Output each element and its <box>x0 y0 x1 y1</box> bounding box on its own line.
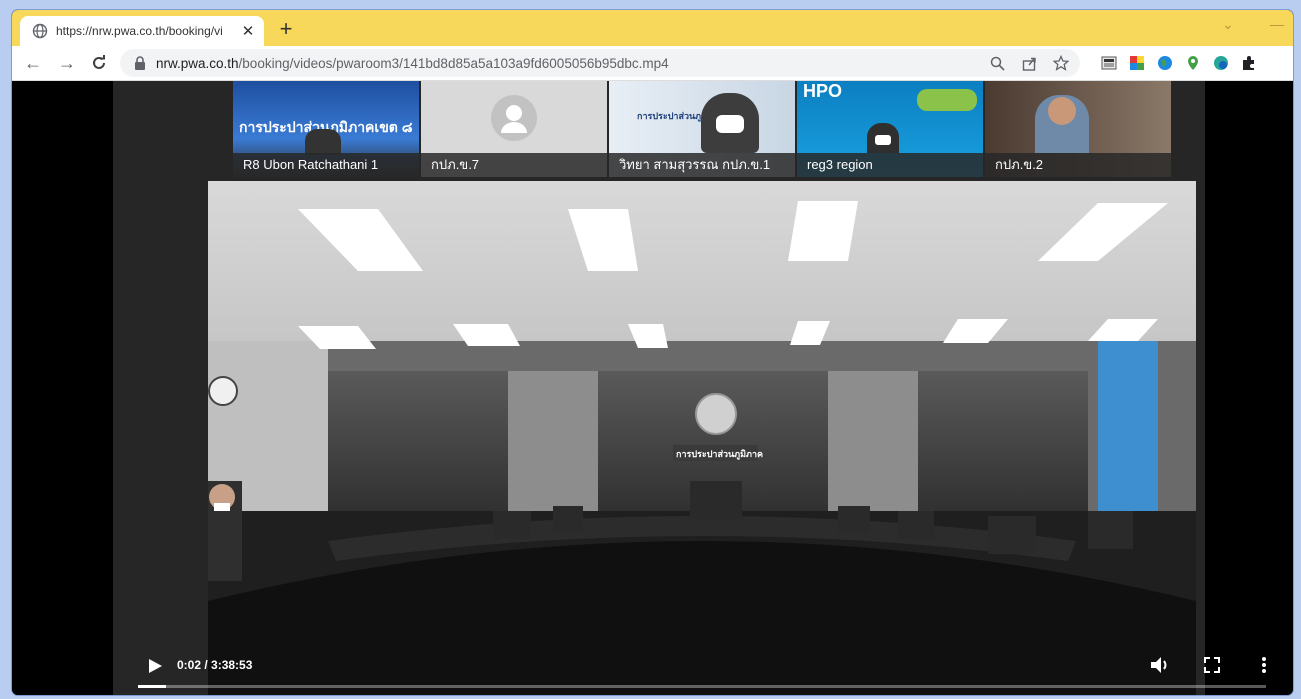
extension-location-icon[interactable] <box>1184 54 1202 72</box>
more-options-button[interactable] <box>1253 654 1275 676</box>
lock-icon[interactable] <box>134 56 146 70</box>
conference-room-video: การประปาส่วนภูมิภาค <box>208 181 1196 695</box>
participant-label: กปภ.ข.7 <box>421 153 607 177</box>
avatar-placeholder-icon <box>491 95 537 141</box>
room-sign: การประปาส่วนภูมิภาค <box>676 449 764 459</box>
bookmark-star-icon[interactable] <box>1052 54 1070 72</box>
participant-label: reg3 region <box>797 153 983 177</box>
new-tab-button[interactable]: + <box>274 18 298 42</box>
extensions-puzzle-icon[interactable] <box>1240 54 1258 72</box>
participant-figure <box>867 123 899 153</box>
participant-tile: การประปาส่วนภูมิภาคเขต ๘ R8 Ubon Ratchat… <box>233 81 419 177</box>
volume-button[interactable] <box>1149 654 1171 676</box>
minimize-button[interactable]: — <box>1270 16 1284 32</box>
extension-news-icon[interactable] <box>1100 54 1118 72</box>
tab-strip: https://nrw.pwa.co.th/booking/vi ✕ + ⌄ — <box>12 10 1293 46</box>
participant-label: วิทยา สามสุวรรณ กปภ.ข.1 <box>609 153 795 177</box>
back-button[interactable]: ← <box>22 52 44 74</box>
play-button[interactable] <box>147 658 163 674</box>
participant-screen-text: HPO <box>803 81 843 101</box>
address-bar[interactable]: nrw.pwa.co.th /booking/videos/pwaroom3/1… <box>120 49 1080 77</box>
share-icon[interactable] <box>1020 54 1038 72</box>
participant-figure <box>1035 95 1089 153</box>
tab-close-icon[interactable]: ✕ <box>238 22 258 40</box>
zoom-icon[interactable] <box>988 54 1006 72</box>
url-host: nrw.pwa.co.th <box>156 55 239 71</box>
participant-label: R8 Ubon Ratchathani 1 <box>233 153 419 177</box>
participant-strip: การประปาส่วนภูมิภาคเขต ๘ R8 Ubon Ratchat… <box>233 81 1175 177</box>
url-path: /booking/videos/pwaroom3/141bd8d85a5a103… <box>238 55 669 71</box>
globe-icon <box>32 23 48 39</box>
reload-button[interactable] <box>88 52 110 74</box>
tab-title: https://nrw.pwa.co.th/booking/vi <box>56 24 223 38</box>
browser-window: https://nrw.pwa.co.th/booking/vi ✕ + ⌄ —… <box>12 10 1293 695</box>
seek-bar-played <box>138 685 166 688</box>
participant-tile: HPO reg3 region <box>797 81 983 177</box>
forward-button[interactable]: → <box>56 52 78 74</box>
extension-earth-icon[interactable] <box>1212 54 1230 72</box>
participant-label: กปภ.ข.2 <box>985 153 1171 177</box>
seek-bar[interactable] <box>138 685 1266 688</box>
participant-figure <box>701 93 759 153</box>
participant-tile: การประปาส่วนภูมิภาค วิทยา สามสุวรรณ กปภ.… <box>609 81 795 177</box>
page-viewport: การประปาส่วนภูมิภาคเขต ๘ R8 Ubon Ratchat… <box>12 81 1293 695</box>
extension-globe-icon[interactable] <box>1156 54 1174 72</box>
browser-toolbar: ← → nrw.pwa.co.th /booking/videos/pwaroo… <box>12 46 1293 81</box>
banner-shape <box>917 89 977 111</box>
participant-tile: กปภ.ข.7 <box>421 81 607 177</box>
tab-search-icon[interactable]: ⌄ <box>1222 16 1234 33</box>
browser-tab[interactable]: https://nrw.pwa.co.th/booking/vi ✕ <box>20 16 264 46</box>
fullscreen-button[interactable] <box>1201 654 1223 676</box>
video-player[interactable]: การประปาส่วนภูมิภาคเขต ๘ R8 Ubon Ratchat… <box>113 81 1266 695</box>
participant-figure <box>305 129 341 155</box>
time-display: 0:02 / 3:38:53 <box>177 658 253 672</box>
conference-room-scene <box>208 181 1196 695</box>
participant-tile: กปภ.ข.2 <box>985 81 1171 177</box>
extension-colorgrid-icon[interactable] <box>1128 54 1146 72</box>
